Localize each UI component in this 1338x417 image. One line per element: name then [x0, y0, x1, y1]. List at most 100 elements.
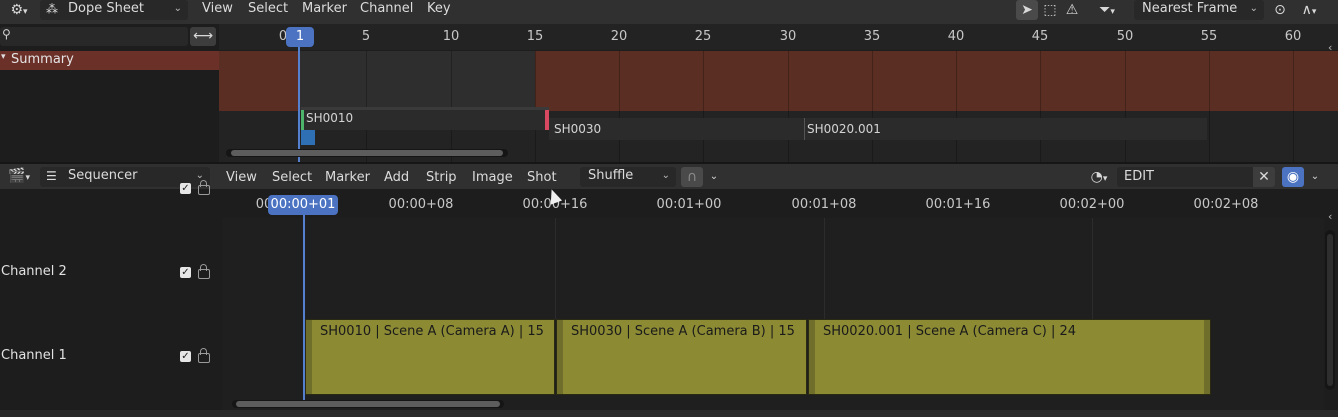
- dopesheet-ruler-tick: 10: [442, 29, 460, 44]
- dopesheet-search-field[interactable]: ⚲: [0, 27, 188, 46]
- sequencer-ruler-tick: 00:02+08: [1193, 197, 1259, 212]
- sequencer-menu-add[interactable]: Add: [384, 169, 409, 193]
- channel-1-mute-checkbox[interactable]: ✓: [180, 351, 191, 362]
- sequencer-ruler[interactable]: 00 00:00+08 00:00+16 00:01+00 00:01+08 00:01+…: [219, 192, 1338, 218]
- box-select-icon[interactable]: ⬚: [1040, 0, 1060, 20]
- dopesheet-gridline: [1125, 51, 1126, 162]
- dopesheet-gridline: [788, 51, 789, 162]
- editor-type-icon[interactable]: ⚙▾: [2, 0, 36, 20]
- sequencer-menu-marker[interactable]: Marker: [325, 169, 370, 193]
- sequencer-current-time[interactable]: 00:00+01: [268, 195, 338, 215]
- dopesheet-menu-channel[interactable]: Channel: [360, 0, 413, 24]
- scene-selector-icon[interactable]: ◔▾: [1084, 167, 1114, 187]
- dopesheet-menu-marker[interactable]: Marker: [302, 0, 347, 24]
- sequencer-menu-select[interactable]: Select: [272, 169, 312, 193]
- sequencer-gridline: [824, 218, 825, 319]
- sequencer-v-scroll-thumb[interactable]: [1327, 234, 1333, 386]
- strip-start-marker: [301, 110, 304, 130]
- sequencer-strip-sh0020[interactable]: SH0020.001 | Scene A (Camera C) | 24: [808, 319, 1211, 395]
- sequencer-strip-sh0030[interactable]: SH0030 | Scene A (Camera B) | 15: [556, 319, 807, 395]
- dopesheet-sidebar-toggle-icon[interactable]: ‹: [1328, 41, 1332, 54]
- dopesheet-header: ⚙▾ ⁂ Dope Sheet ⌄ View Select Marker Cha…: [0, 0, 1338, 24]
- channel-2-lock-icon[interactable]: [198, 264, 210, 279]
- select-cursor-icon[interactable]: ➤: [1016, 0, 1038, 20]
- sequencer-menu-strip[interactable]: Strip: [426, 169, 457, 193]
- shuffle-mode-dropdown[interactable]: Shuffle ⌄: [580, 167, 676, 187]
- chevron-down-icon: ⌄: [661, 170, 670, 181]
- dopesheet-strip-label: SH0010: [306, 111, 354, 125]
- overlay-options-icon[interactable]: ⌄: [1306, 167, 1324, 187]
- dopesheet-ruler-tick: 25: [694, 29, 712, 44]
- dopesheet-strip-sh0010[interactable]: SH0010: [301, 107, 549, 130]
- dopesheet-strip-sh0030[interactable]: SH0030: [549, 118, 804, 140]
- filter-icon[interactable]: ⏷▾: [1090, 0, 1124, 20]
- proportional-edit-icon[interactable]: ⊙: [1270, 0, 1290, 20]
- chevron-down-icon: ⌄: [173, 3, 182, 14]
- dopesheet-gridline: [956, 51, 957, 162]
- sequencer-menu-view[interactable]: View: [226, 169, 257, 193]
- sidebar-toggle-icon[interactable]: ‹: [1328, 210, 1332, 223]
- clapperboard-icon[interactable]: 🎬▾: [2, 166, 36, 186]
- dopesheet-scroll-thumb[interactable]: [231, 150, 503, 156]
- dopesheet-ruler-tick: 45: [1031, 29, 1049, 44]
- channel-3-lock-icon[interactable]: [198, 180, 210, 195]
- dopesheet-strip-active-marker: [301, 130, 315, 145]
- strip-left-handle[interactable]: [306, 320, 312, 394]
- sequencer-playhead[interactable]: [303, 210, 305, 408]
- dopesheet-menu-view[interactable]: View: [202, 0, 233, 24]
- dopesheet-strip-label: SH0020.001: [807, 122, 881, 136]
- dopesheet-gridline: [619, 51, 620, 162]
- dopesheet-menu-select[interactable]: Select: [248, 0, 288, 24]
- channel-2-mute-checkbox[interactable]: ✓: [180, 267, 191, 278]
- status-bar: [0, 410, 1338, 417]
- snap-mode-dropdown[interactable]: Nearest Frame ⌄: [1134, 0, 1264, 20]
- dopesheet-ruler-tick: 15: [526, 29, 544, 44]
- scene-name-field[interactable]: EDIT: [1117, 167, 1253, 187]
- sequencer-gridline: [555, 218, 556, 319]
- dopesheet-strip-label: SH0030: [554, 122, 602, 136]
- sequencer-h-scroll-thumb[interactable]: [236, 401, 500, 407]
- swap-arrows-icon[interactable]: ⟷: [190, 27, 216, 46]
- dopesheet-current-frame[interactable]: 1: [286, 27, 314, 47]
- strip-left-handle[interactable]: [557, 320, 563, 394]
- snap-options-icon[interactable]: ⌄: [705, 167, 723, 187]
- dopesheet-menu-key[interactable]: Key: [427, 0, 451, 24]
- dopesheet-scrollbar[interactable]: [226, 149, 508, 157]
- channel-1-label: Channel 1: [1, 348, 67, 363]
- dopesheet-strip-sh0020[interactable]: SH0020.001: [804, 118, 1207, 140]
- sequencer-channel-region: ✓ Channel 2 ✓ Channel 1 ✓: [0, 180, 222, 417]
- strip-left-handle[interactable]: [809, 320, 815, 394]
- sequencer-menu-image[interactable]: Image: [472, 169, 513, 193]
- sequencer-ruler-tick: 00:01+16: [925, 197, 991, 212]
- dopesheet-ruler-tick: 35: [863, 29, 881, 44]
- channel-3-mute-checkbox[interactable]: ✓: [180, 183, 191, 194]
- scene-name-value: EDIT: [1124, 169, 1154, 184]
- dopesheet-ruler[interactable]: 0 5 10 15 20 25 30 35 40 45 50 55 60: [219, 24, 1338, 50]
- snap-mode-label: Nearest Frame: [1142, 1, 1238, 16]
- dopesheet-ruler-tick: 40: [947, 29, 965, 44]
- sequencer-gridline: [1092, 218, 1093, 319]
- dopesheet-gridline: [703, 51, 704, 162]
- dopesheet-mode-dropdown[interactable]: ⁂ Dope Sheet ⌄: [40, 0, 188, 20]
- chevron-down-icon: ⌄: [1249, 3, 1258, 14]
- strip-right-handle[interactable]: [1204, 320, 1210, 394]
- sequencer-strip-label: SH0030 | Scene A (Camera B) | 15: [571, 324, 795, 339]
- summary-row[interactable]: ▾ Summary: [0, 51, 219, 70]
- dopesheet-playhead[interactable]: [298, 44, 300, 162]
- falloff-curve-icon[interactable]: ∧▾: [1294, 0, 1324, 20]
- sequencer-vertical-scrollbar[interactable]: [1325, 230, 1335, 390]
- warning-icon[interactable]: ⚠: [1062, 0, 1082, 20]
- channel-2-label: Channel 2: [1, 264, 67, 279]
- shuffle-mode-label: Shuffle: [588, 168, 634, 183]
- dopesheet-mode-label: Dope Sheet: [68, 1, 144, 16]
- sequencer-horizontal-scrollbar[interactable]: [232, 400, 504, 408]
- overlay-toggle-icon[interactable]: ◉: [1282, 167, 1304, 187]
- snap-magnet-icon[interactable]: ∩: [681, 167, 703, 187]
- dopesheet-ruler-tick: 30: [779, 29, 797, 44]
- close-icon[interactable]: ✕: [1253, 167, 1275, 187]
- channel-1-lock-icon[interactable]: [198, 348, 210, 363]
- dopesheet-gridline: [1293, 51, 1294, 162]
- summary-label: Summary: [11, 52, 74, 67]
- sequencer-strip-sh0010[interactable]: SH0010 | Scene A (Camera A) | 15: [305, 319, 555, 395]
- dopesheet-preview-range: [299, 51, 535, 111]
